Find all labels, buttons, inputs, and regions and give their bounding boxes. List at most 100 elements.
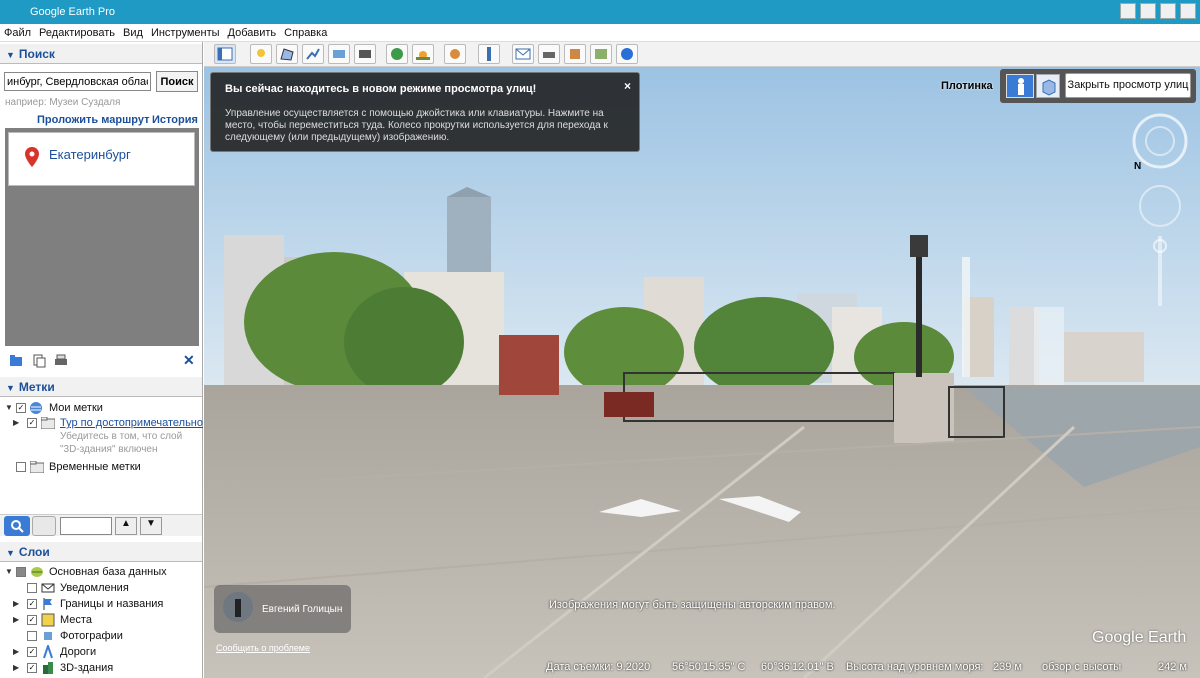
search-actions: ✕: [0, 350, 202, 372]
expand-icon[interactable]: ▶: [13, 615, 19, 624]
copy-icon[interactable]: [32, 354, 46, 368]
search-result-item[interactable]: Екатеринбург: [8, 132, 195, 186]
title-bar: Google Earth Pro: [0, 0, 1200, 24]
add-path-button[interactable]: [302, 44, 324, 64]
globe-icon: [621, 48, 633, 60]
checkbox[interactable]: ✓: [27, 599, 37, 609]
folder-icon: [30, 461, 44, 473]
eye-alt-label: обзор с высоты: [1042, 661, 1122, 673]
historical-imagery-button[interactable]: [386, 44, 408, 64]
checkbox[interactable]: [27, 631, 37, 641]
expand-icon[interactable]: ▶: [13, 647, 19, 656]
navigation-controls[interactable]: N: [1130, 111, 1194, 311]
checkbox[interactable]: [27, 583, 37, 593]
menu-file[interactable]: Файл: [0, 24, 35, 41]
checkbox[interactable]: ✓: [27, 663, 37, 673]
close-street-view-button[interactable]: Закрыть просмотр улиц: [1065, 73, 1191, 98]
earth-button[interactable]: [616, 44, 638, 64]
planets-button[interactable]: [444, 44, 466, 64]
search-button[interactable]: Поиск: [156, 71, 198, 92]
places-panel-header[interactable]: ▼ Метки: [0, 377, 202, 397]
menu-add[interactable]: Добавить: [224, 24, 281, 41]
checkbox[interactable]: [16, 462, 26, 472]
layer-label: Места: [60, 614, 92, 626]
record-tour-button[interactable]: [354, 44, 376, 64]
search-hint: наприер: Музеи Суздаля: [5, 97, 121, 108]
places-header-label: Метки: [18, 380, 55, 394]
pegman-icon: [1018, 78, 1024, 95]
save-image-button[interactable]: [564, 44, 586, 64]
maximize-button[interactable]: [1140, 3, 1156, 19]
move-joystick[interactable]: [1139, 185, 1181, 227]
tour-link[interactable]: Тур по достопримечательно: [60, 417, 203, 429]
history-link[interactable]: История: [152, 114, 198, 126]
move-up-button[interactable]: ▲: [115, 517, 137, 535]
street-view-photo[interactable]: [204, 67, 1200, 678]
add-folder-icon[interactable]: [9, 354, 23, 368]
sunlight-button[interactable]: [412, 44, 434, 64]
ruler-button[interactable]: [478, 44, 500, 64]
checkbox[interactable]: [16, 567, 26, 577]
map-pin-icon: [25, 147, 39, 167]
window-controls: [1120, 3, 1196, 19]
route-link[interactable]: Проложить маршрут: [37, 114, 149, 126]
sun-icon: [416, 51, 430, 60]
print-button[interactable]: [538, 44, 560, 64]
ruler-icon: [487, 47, 491, 61]
add-polygon-button[interactable]: [276, 44, 298, 64]
layers-header-label: Слои: [18, 545, 50, 559]
add-overlay-button[interactable]: [328, 44, 350, 64]
places-square-icon: [41, 613, 55, 627]
expand-icon[interactable]: ▶: [13, 599, 19, 608]
look-joystick[interactable]: [1132, 113, 1188, 169]
author-badge[interactable]: Евгений Голицын: [214, 585, 351, 633]
menu-help[interactable]: Справка: [280, 24, 331, 41]
close-results-icon[interactable]: ✕: [183, 352, 195, 369]
checkbox[interactable]: ✓: [27, 418, 37, 428]
menu-tools[interactable]: Инструменты: [147, 24, 224, 41]
places-filter-input[interactable]: [60, 517, 112, 535]
north-icon[interactable]: N: [1134, 161, 1141, 172]
buildings-icon: [43, 662, 53, 674]
checkbox[interactable]: ✓: [27, 615, 37, 625]
result-label: Екатеринбург: [49, 147, 131, 162]
printer-icon: [543, 52, 555, 58]
cube-icon: [1042, 79, 1056, 96]
search-places-button[interactable]: [4, 516, 30, 536]
zoom-slider[interactable]: [1158, 236, 1162, 306]
search-panel-header[interactable]: ▼ Поиск: [0, 44, 202, 64]
checkbox[interactable]: ✓: [16, 403, 26, 413]
print-icon[interactable]: [54, 354, 68, 368]
menu-edit[interactable]: Редактировать: [35, 24, 119, 41]
street-view[interactable]: Вы сейчас находитесь в новом режиме прос…: [204, 67, 1200, 678]
add-placemark-button[interactable]: [250, 44, 272, 64]
view-maps-button[interactable]: [590, 44, 612, 64]
move-down-button[interactable]: ▼: [140, 517, 162, 535]
panel-toggle-button[interactable]: [32, 516, 56, 536]
close-window-button[interactable]: [1180, 3, 1196, 19]
search-header-label: Поиск: [18, 47, 55, 61]
expand-icon[interactable]: ▼: [5, 403, 13, 412]
search-input[interactable]: [4, 72, 151, 91]
expand-icon[interactable]: ▶: [13, 663, 19, 672]
checkbox[interactable]: ✓: [27, 647, 37, 657]
close-notice-icon[interactable]: ×: [624, 79, 631, 93]
layers-panel-header[interactable]: ▼ Слои: [0, 542, 202, 562]
restore-button[interactable]: [1160, 3, 1176, 19]
tree-label: Мои метки: [49, 402, 103, 414]
expand-icon[interactable]: ▼: [5, 567, 13, 576]
email-button[interactable]: [512, 44, 534, 64]
menu-view[interactable]: Вид: [119, 24, 147, 41]
google-earth-logo: Google Earth: [1092, 629, 1187, 646]
pegman-button[interactable]: [1006, 74, 1034, 98]
sidebar-icon: [217, 47, 233, 61]
report-problem-link[interactable]: Сообщить о проблеме: [216, 643, 310, 653]
sidebar-toggle-button[interactable]: [214, 44, 236, 64]
collapse-icon: ▼: [6, 50, 15, 60]
minimize-button[interactable]: [1120, 3, 1136, 19]
photo-icon: [44, 632, 52, 640]
notice-body: Управление осуществляется с помощью джой…: [225, 108, 608, 143]
ground-view-button[interactable]: [1036, 74, 1060, 98]
expand-icon[interactable]: ▶: [13, 418, 19, 427]
polygon-icon: [280, 48, 294, 61]
